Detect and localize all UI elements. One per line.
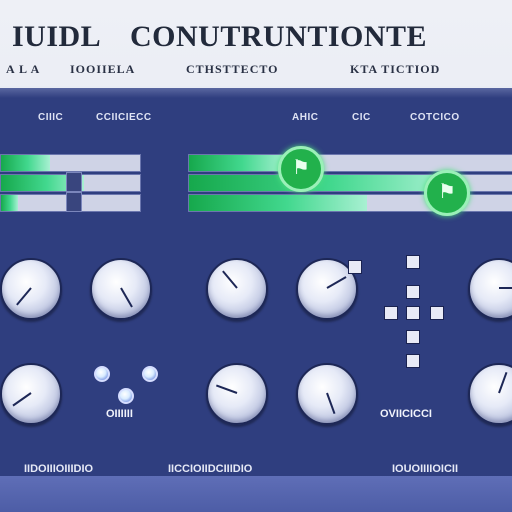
mini-button-1[interactable] bbox=[348, 260, 362, 274]
bottom-label-1: IIDOIIIOIIIDIO bbox=[24, 463, 94, 475]
knob-8[interactable] bbox=[296, 363, 358, 425]
toggle-led-2[interactable] bbox=[142, 366, 158, 382]
status-indicator-icon[interactable] bbox=[278, 146, 324, 192]
knob-group-label-right: OVIICICCI bbox=[380, 408, 432, 420]
mini-button-7[interactable] bbox=[406, 330, 420, 344]
mini-button-6[interactable] bbox=[430, 306, 444, 320]
level-bar-3-fill bbox=[1, 195, 18, 211]
title-part-b: CONUTRUNTIONTE bbox=[130, 20, 428, 53]
toggle-led-1[interactable] bbox=[94, 366, 110, 382]
level-bar-6-fill bbox=[189, 195, 368, 211]
header: IUIDL CONUTRUNTIONTE A L A IOOIIELA CTHS… bbox=[0, 0, 512, 86]
bar-divider-2 bbox=[66, 192, 82, 212]
level-bar-4-fill bbox=[189, 155, 287, 171]
bar-divider-1 bbox=[66, 172, 82, 192]
level-bar-4[interactable] bbox=[188, 154, 512, 172]
menu-item-3[interactable]: AHIC bbox=[292, 112, 318, 123]
menu-item-4[interactable]: CIC bbox=[352, 112, 371, 123]
bottom-label-2: IICCIOIIDCIIIDIO bbox=[168, 463, 253, 475]
mini-button-8[interactable] bbox=[406, 354, 420, 368]
status-indicator-icon-2[interactable] bbox=[424, 170, 470, 216]
menu-item-2[interactable]: CCIICIECC bbox=[96, 112, 152, 123]
menu-item-5[interactable]: COTCICO bbox=[410, 112, 460, 123]
footer-bar bbox=[0, 476, 512, 512]
mini-button-4[interactable] bbox=[384, 306, 398, 320]
knob-group-label-left: OIIIIII bbox=[106, 408, 133, 420]
subtitle-1: A L A bbox=[6, 62, 41, 76]
knob-2[interactable] bbox=[90, 258, 152, 320]
bottom-label-3: IOUOIIIIOICII bbox=[392, 463, 459, 475]
knob-7[interactable] bbox=[206, 363, 268, 425]
subtitle-4: KTA TICTIOD bbox=[350, 62, 441, 76]
knob-1[interactable] bbox=[0, 258, 62, 320]
mini-button-5[interactable] bbox=[406, 306, 420, 320]
level-bar-1-fill bbox=[1, 155, 50, 171]
subtitle-3: CTHSTTECTO bbox=[186, 62, 279, 76]
title-part-a: IUIDL bbox=[12, 20, 102, 53]
mini-button-3[interactable] bbox=[406, 285, 420, 299]
subtitle-2: IOOIIELA bbox=[70, 62, 136, 76]
menu-item-1[interactable]: CIIIC bbox=[38, 112, 63, 123]
knob-6[interactable] bbox=[0, 363, 62, 425]
toggle-led-3[interactable] bbox=[118, 388, 134, 404]
app-window: IUIDL CONUTRUNTIONTE A L A IOOIIELA CTHS… bbox=[0, 0, 512, 512]
level-bar-1[interactable] bbox=[0, 154, 141, 172]
knob-3[interactable] bbox=[206, 258, 268, 320]
mini-button-2[interactable] bbox=[406, 255, 420, 269]
